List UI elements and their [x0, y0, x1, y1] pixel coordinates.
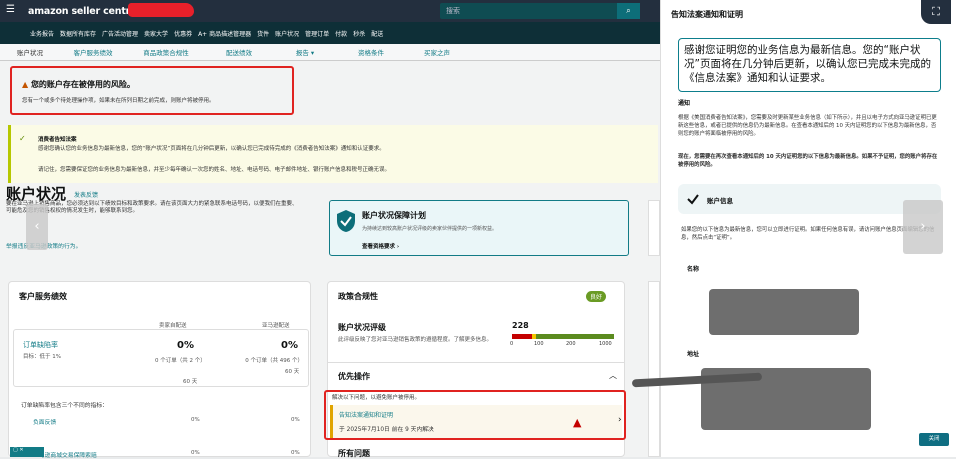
- odr-value-mfn: 0%: [177, 340, 194, 351]
- nav-item[interactable]: 账户状况: [275, 29, 299, 38]
- carousel-prev-button[interactable]: ‹: [26, 204, 48, 250]
- tab-customer-service[interactable]: 客户服务绩效: [60, 47, 126, 57]
- scale-label: 200: [566, 341, 576, 347]
- account-info-section[interactable]: 账户信息: [678, 184, 941, 214]
- account-info-label: 账户信息: [707, 197, 733, 205]
- tab-account-health[interactable]: 账户状况: [0, 47, 60, 57]
- odr-sub-mfn: 0 个订单（共 2 个）: [155, 358, 206, 364]
- nav-item[interactable]: 管理订单: [305, 29, 329, 38]
- protection-plan-card: 账户状况保障计划 为持续达到较高账户状况评级的卖家伙伴提供的一项新权益。 查看资…: [329, 200, 629, 256]
- scale-label: 0: [510, 341, 514, 347]
- feedback-link[interactable]: 发表反馈: [74, 190, 98, 199]
- nav-item[interactable]: 配送: [371, 29, 383, 38]
- tab-eligibility[interactable]: 资格条件: [338, 47, 404, 57]
- card-title: 客户服务绩效: [19, 292, 67, 301]
- screenshot-icon[interactable]: ⛶: [921, 0, 951, 24]
- rating-title: 账户状况评级: [338, 323, 386, 332]
- nav-item[interactable]: 数据所有库存: [60, 29, 96, 38]
- odr-days-mfn: 60 天: [183, 379, 198, 385]
- nav-item[interactable]: A+ 商品描述管理器: [198, 29, 251, 38]
- notice-paragraph: 根据《美国消费者告知法案》，您需要及时更新某些业务信息（如下所示），并且以电子方…: [678, 115, 937, 137]
- nav-item[interactable]: 业务报告: [30, 29, 54, 38]
- rating-description: 此评级反映了您对亚马逊销售政策的遵循程度。了解更多信息。: [338, 337, 493, 343]
- nav-item[interactable]: 付款: [335, 29, 347, 38]
- view-eligibility-link[interactable]: 查看资格要求 ›: [362, 242, 399, 250]
- warning-title: ▲ 您的账户存在被停用的风险。: [22, 80, 135, 89]
- plan-description: 为持续达到较高账户状况评级的卖家伙伴提供的一项新权益。: [362, 226, 498, 232]
- negative-feedback-link[interactable]: 负面反馈: [33, 417, 56, 426]
- sub-nav: 账户状况 客户服务绩效 商品政策合规性 配送绩效 报告 ▾ 资格条件 买家之声: [0, 44, 660, 61]
- column-header: 亚马逊配送: [262, 323, 290, 329]
- rating-value: 228: [512, 321, 529, 330]
- scale-label: 100: [534, 341, 544, 347]
- carousel-next-button[interactable]: ›: [903, 200, 943, 254]
- notice-title: 消费者告知法案: [38, 137, 77, 143]
- tab-reports[interactable]: 报告 ▾: [272, 47, 338, 57]
- search-icon[interactable]: ⌕: [617, 3, 640, 19]
- priority-title: 优先操作: [338, 372, 370, 381]
- redacted-name: [709, 289, 859, 335]
- scale-label: 1000: [599, 341, 612, 347]
- neg-value-fba: 0%: [291, 417, 300, 423]
- warning-icon: ▲: [22, 80, 31, 89]
- redacted-store-name: [128, 3, 194, 17]
- notice-text: 感谢您确认您的业务信息为最新信息，您的“账户状况”页面将在几分钟后更新，以确认您…: [38, 146, 385, 152]
- nav-item[interactable]: 广告活动管理: [102, 29, 138, 38]
- address-label: 地址: [687, 351, 700, 358]
- odr-link[interactable]: 订单缺陷率: [23, 340, 58, 350]
- main-nav: 业务报告 数据所有库存 广告活动管理 卖家大学 优惠券 A+ 商品描述管理器 货…: [0, 22, 660, 44]
- logo[interactable]: amazon seller central: [28, 6, 140, 17]
- shield-icon: [337, 210, 355, 232]
- search-input[interactable]: 搜索: [440, 3, 640, 19]
- odr-sub-fba: 0 个订单（共 496 个）: [245, 358, 303, 364]
- nav-item[interactable]: 货件: [257, 29, 269, 38]
- collapse-icon[interactable]: ︿: [609, 370, 617, 381]
- name-label: 名称: [687, 266, 700, 273]
- menu-icon[interactable]: ☰: [6, 4, 15, 15]
- tab-voice-of-customer[interactable]: 买家之声: [404, 47, 470, 57]
- status-badge: 良好: [586, 291, 607, 302]
- partial-card: [648, 281, 660, 457]
- claims-value-fba: 0%: [291, 450, 300, 456]
- card-title: 政策合规性: [338, 292, 378, 301]
- close-button[interactable]: 关闭: [919, 433, 949, 446]
- warning-text: 您有一个或多个待处理操作项，如果未在所列日期之前完成，则账户将被停用。: [22, 98, 215, 104]
- column-header: 卖家自配送: [159, 323, 187, 329]
- nav-item[interactable]: 卖家大学: [144, 29, 168, 38]
- notice-paragraph-bold: 现在，您需要在再次查看本通知后的 10 天内证明您的以下信息为最新信息。如果不予…: [678, 154, 938, 168]
- partial-card: [648, 200, 660, 256]
- divider: [328, 362, 624, 363]
- nav-item[interactable]: 秒杀: [353, 29, 365, 38]
- plan-title: 账户状况保障计划: [362, 211, 426, 220]
- success-banner: 感谢您证明您的业务信息为最新信息。您的“账户状况”页面将在几分钟后更新，以确认您…: [678, 38, 941, 92]
- bar-green: [536, 334, 614, 339]
- panel-title: 告知法案通知和证明: [671, 10, 743, 19]
- odr-value-fba: 0%: [281, 340, 298, 351]
- tab-policy-compliance[interactable]: 商品政策合规性: [126, 47, 206, 57]
- notice-banner: ✓ 消费者告知法案 感谢您确认您的业务信息为最新信息，您的“账户状况”页面将在几…: [8, 125, 658, 183]
- odr-target: 目标：低于 1%: [23, 354, 61, 360]
- rating-bar: [512, 334, 614, 339]
- highlight-box: [324, 390, 626, 440]
- odr-note: 订单缺陷率包含三个不同的指标：: [21, 403, 108, 409]
- tab-shipping[interactable]: 配送绩效: [206, 47, 272, 57]
- odr-days-fba: 60 天: [285, 369, 300, 375]
- highlight-box: [10, 66, 294, 115]
- notice-title: 通知: [678, 100, 691, 107]
- minimized-widget[interactable]: ▢ ✕: [10, 447, 44, 457]
- all-issues-title: 所有问题: [338, 449, 370, 458]
- account-description: 要在亚马逊上销售商品，您必须达到以下绩效目标和政策要求。请在该页面大力的紧急联系…: [6, 201, 298, 214]
- check-icon: [687, 194, 699, 205]
- customer-service-card: 客户服务绩效 卖家自配送 亚马逊配送 订单缺陷率 目标：低于 1% 0% 0 个…: [8, 281, 311, 459]
- notice-text: 请记住，您需要保证您的业务信息为最新信息，并至少每年确认一次您的姓名、地址、电话…: [38, 167, 391, 173]
- check-icon: ✓: [19, 134, 26, 143]
- side-panel: 告知法案通知和证明 ⛶ 感谢您证明您的业务信息为最新信息。您的“账户状况”页面将…: [660, 0, 956, 457]
- bar-red: [512, 334, 533, 339]
- neg-value-mfn: 0%: [191, 417, 200, 423]
- top-bar: ☰ amazon seller central 搜索 ⌕: [0, 0, 660, 22]
- nav-item[interactable]: 优惠券: [174, 29, 192, 38]
- claims-value-mfn: 0%: [191, 450, 200, 456]
